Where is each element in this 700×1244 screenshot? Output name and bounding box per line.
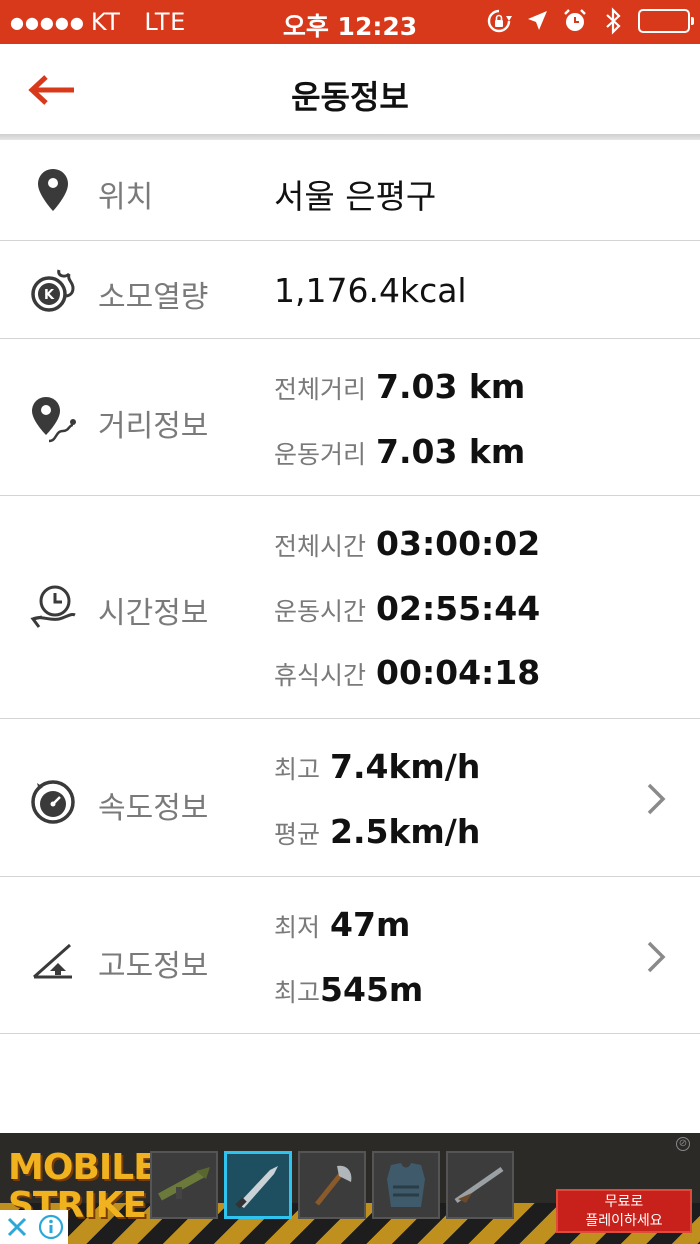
exercise-distance-label: 운동거리	[274, 440, 367, 469]
exercise-distance: 운동거리 7.03 km	[274, 432, 525, 471]
nav-bar: 운동정보	[0, 44, 700, 134]
info-icon	[38, 1214, 64, 1240]
exercise-time-label: 운동시간	[274, 597, 367, 626]
total-distance-value: 7.03 km	[376, 367, 526, 406]
shotgun-icon	[446, 1151, 514, 1219]
calorie-fire-icon: K	[28, 265, 78, 315]
max-speed-label: 최고	[274, 755, 321, 784]
total-distance: 전체거리 7.03 km	[274, 367, 525, 406]
row-speed[interactable]: 속도정보 최고 7.4km/h 평균 2.5km/h	[0, 719, 700, 877]
rocket-launcher-icon	[150, 1151, 218, 1219]
row-altitude[interactable]: 고도정보 최저 47m 최고 545m	[0, 877, 700, 1034]
row-time: 시간정보 전체시간 03:00:02 운동시간 02:55:44 휴식시간 00…	[0, 496, 700, 719]
clock-hand-icon	[28, 582, 78, 632]
ad-banner[interactable]: MOBILE STRIKE 무료로 플레이하세요 ⊘	[0, 1133, 700, 1244]
rotation-lock-icon	[486, 6, 512, 36]
calories-value: 1,176.4kcal	[274, 271, 467, 310]
page-title: 운동정보	[291, 78, 409, 116]
location-value: 서울 은평구	[274, 177, 437, 216]
close-icon	[7, 1217, 27, 1237]
rest-time-label: 휴식시간	[274, 661, 367, 690]
ad-cta-line2: 플레이하세요	[585, 1213, 663, 1229]
ad-cta-button[interactable]: 무료로 플레이하세요	[556, 1189, 692, 1233]
max-speed: 최고 7.4km/h	[274, 747, 480, 786]
status-bar: ●●●●● KT LTE 오후 12:23	[0, 0, 700, 44]
max-altitude-label: 최고	[274, 978, 321, 1007]
rest-time: 휴식시간 00:04:18	[274, 653, 540, 692]
avg-speed: 평균 2.5km/h	[274, 812, 480, 851]
row-label: 시간정보	[98, 596, 209, 631]
max-speed-value: 7.4km/h	[330, 747, 481, 786]
exercise-time-value: 02:55:44	[376, 589, 541, 628]
max-altitude-value: 545m	[320, 970, 424, 1009]
exercise-distance-value: 7.03 km	[376, 432, 526, 471]
min-altitude-label: 최저	[274, 913, 321, 942]
exercise-info-list: 위치 서울 은평구 K 소모열량 1,176.4kcal 거리정보 전체거리 7…	[0, 140, 700, 1034]
ad-close-button[interactable]	[0, 1210, 34, 1244]
row-label: 속도정보	[98, 791, 209, 826]
row-label: 고도정보	[98, 949, 209, 984]
row-label: 거리정보	[98, 409, 209, 444]
avg-speed-value: 2.5km/h	[330, 812, 481, 851]
total-time-value: 03:00:02	[376, 524, 541, 563]
total-time-label: 전체시간	[274, 532, 367, 561]
bluetooth-icon	[600, 6, 626, 36]
battery-icon	[638, 9, 694, 33]
status-right	[486, 6, 694, 36]
row-distance: 거리정보 전체거리 7.03 km 운동거리 7.03 km	[0, 339, 700, 496]
ad-info-button[interactable]	[34, 1210, 68, 1244]
total-time: 전체시간 03:00:02	[274, 524, 540, 563]
svg-text:K: K	[44, 288, 55, 303]
total-distance-label: 전체거리	[274, 375, 367, 404]
armor-vest-icon	[372, 1151, 440, 1219]
rest-time-value: 00:04:18	[376, 653, 541, 692]
axe-icon	[298, 1151, 366, 1219]
max-altitude: 최고 545m	[274, 970, 423, 1009]
chevron-right-icon[interactable]	[644, 779, 668, 819]
altitude-icon	[28, 935, 78, 985]
row-calories: K 소모열량 1,176.4kcal	[0, 241, 700, 339]
min-altitude-value: 47m	[330, 905, 411, 944]
ad-cta-line1: 무료로	[604, 1194, 644, 1210]
chevron-right-icon[interactable]	[644, 937, 668, 977]
min-altitude: 최저 47m	[274, 905, 410, 944]
speedometer-icon	[28, 777, 78, 827]
avg-speed-label: 평균	[274, 820, 321, 849]
row-location: 위치 서울 은평구	[0, 140, 700, 241]
alarm-icon	[562, 6, 588, 36]
route-pin-icon	[28, 395, 78, 445]
row-label: 소모열량	[98, 280, 209, 315]
ad-dismiss-small-icon[interactable]: ⊘	[676, 1137, 690, 1151]
row-label: 위치	[98, 180, 154, 215]
exercise-time: 운동시간 02:55:44	[274, 589, 540, 628]
location-arrow-icon	[524, 6, 550, 36]
knife-icon	[224, 1151, 292, 1219]
ad-logo-line1: MOBILE	[8, 1147, 158, 1188]
map-pin-icon	[28, 165, 78, 215]
